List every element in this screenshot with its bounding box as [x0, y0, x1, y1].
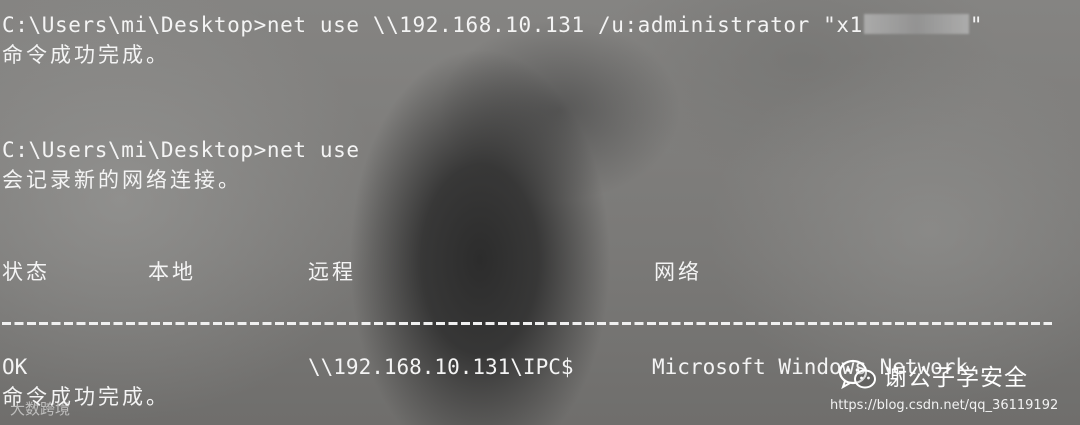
info-message: 会记录新的网络连接。: [2, 168, 242, 192]
row-remote: \\192.168.10.131\IPC$: [308, 355, 574, 379]
command-text: net use \\192.168.10.131 /u:administrato…: [266, 13, 863, 37]
header-remote: 远程: [308, 260, 356, 284]
wechat-account-name: 谢公子学安全: [884, 365, 1028, 391]
command-line-2: C:\Users\mi\Desktop>net use: [2, 137, 360, 163]
header-status: 状态: [2, 260, 50, 284]
wechat-icon: [838, 359, 876, 390]
header-network: 网络: [654, 260, 702, 284]
prompt: C:\Users\mi\Desktop>: [2, 13, 267, 37]
command-text: net use: [266, 138, 360, 162]
header-local: 本地: [148, 260, 196, 284]
corner-watermark: 大数跨境: [10, 400, 71, 418]
wechat-watermark: 谢公子学安全: [838, 358, 1048, 392]
separator-line: [2, 322, 1052, 325]
row-status: OK: [2, 355, 28, 379]
command-result-1: 命令成功完成。: [2, 43, 170, 67]
command-text-end: ": [969, 13, 984, 37]
prompt: C:\Users\mi\Desktop>: [2, 138, 267, 162]
command-line-1: C:\Users\mi\Desktop>net use \\192.168.10…: [2, 12, 983, 38]
csdn-url-watermark: https://blog.csdn.net/qq_36119192: [830, 398, 1059, 413]
redacted-password: [863, 14, 969, 34]
